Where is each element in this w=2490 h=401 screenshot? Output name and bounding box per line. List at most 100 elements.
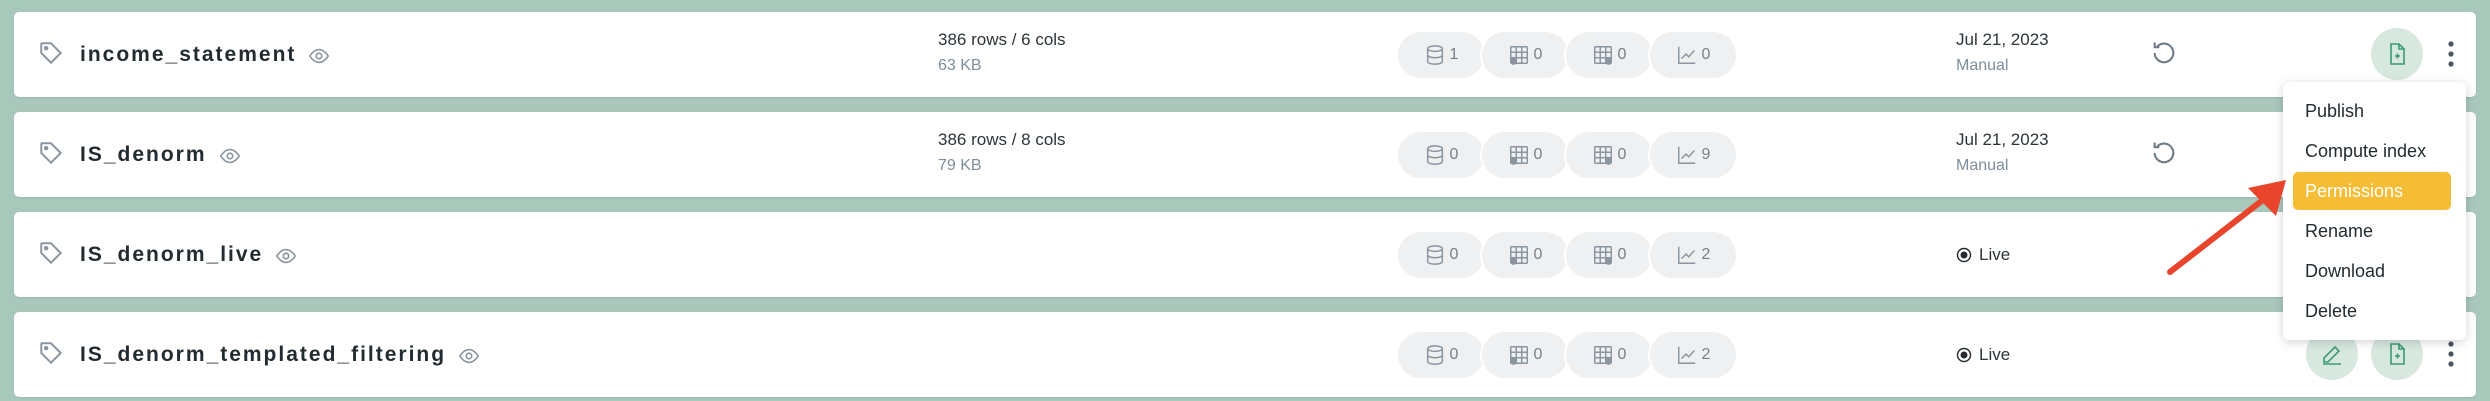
chart-count[interactable]: 9 xyxy=(1650,132,1736,178)
view-count[interactable]: 0 xyxy=(1566,232,1652,278)
file-button[interactable] xyxy=(2371,28,2423,80)
eye-icon[interactable] xyxy=(308,45,330,67)
context-menu: Publish Compute index Permissions Rename… xyxy=(2283,82,2466,340)
file-size: 63 KB xyxy=(938,57,982,74)
file-size: 79 KB xyxy=(938,157,982,174)
database-count-value: 0 xyxy=(1449,346,1459,363)
dataset-name-text[interactable]: IS_denorm_templated_filtering xyxy=(80,343,446,367)
menu-item-compute-index[interactable]: Compute index xyxy=(2293,132,2451,170)
dataset-name[interactable]: income_statement xyxy=(80,12,330,97)
table-count-value: 0 xyxy=(1533,146,1543,163)
usage-counters: 0 0 0 2 xyxy=(1398,332,1736,378)
menu-item-rename[interactable]: Rename xyxy=(2293,212,2451,250)
database-count[interactable]: 0 xyxy=(1398,232,1484,278)
refresh-mode: Manual xyxy=(1956,157,2009,174)
table-icon xyxy=(1509,46,1528,65)
eye-icon[interactable] xyxy=(458,345,480,367)
chart-icon xyxy=(1677,46,1695,64)
view-icon xyxy=(1593,46,1612,65)
last-updated-date: Jul 21, 2023 xyxy=(1956,30,2049,49)
file-icon xyxy=(2390,43,2405,65)
database-icon xyxy=(1426,245,1443,265)
chart-count[interactable]: 2 xyxy=(1650,332,1736,378)
table-count[interactable]: 0 xyxy=(1482,332,1568,378)
edit-icon xyxy=(2323,345,2341,365)
row-col-count: 386 rows / 6 cols xyxy=(938,30,1066,49)
refresh-icon[interactable] xyxy=(2150,39,2178,67)
live-status-text: Live xyxy=(1979,244,2011,264)
dataset-row-is-denorm-templated-filtering[interactable]: IS_denorm_templated_filtering 0 0 0 2 Li… xyxy=(14,312,2476,397)
dataset-row-is-denorm[interactable]: IS_denorm 386 rows / 8 cols 79 KB 0 0 0 … xyxy=(14,112,2476,197)
menu-item-delete[interactable]: Delete xyxy=(2293,292,2451,330)
table-count-value: 0 xyxy=(1533,346,1543,363)
view-count-value: 0 xyxy=(1617,46,1627,63)
chart-count-value: 2 xyxy=(1701,346,1711,363)
menu-item-publish[interactable]: Publish xyxy=(2293,92,2451,130)
live-status: Live xyxy=(1956,312,2010,397)
kebab-icon xyxy=(2448,41,2454,67)
chart-count[interactable]: 0 xyxy=(1650,32,1736,78)
dataset-row-income-statement[interactable]: income_statement 386 rows / 6 cols 63 KB… xyxy=(14,12,2476,97)
kebab-icon xyxy=(2448,341,2454,367)
chart-count[interactable]: 2 xyxy=(1650,232,1736,278)
database-count[interactable]: 0 xyxy=(1398,132,1484,178)
view-count-value: 0 xyxy=(1617,146,1627,163)
dataset-name-text[interactable]: IS_denorm_live xyxy=(80,243,263,267)
dataset-name-text[interactable]: IS_denorm xyxy=(80,143,207,167)
view-count[interactable]: 0 xyxy=(1566,332,1652,378)
kebab-menu-button[interactable] xyxy=(2444,339,2458,369)
live-status: Live xyxy=(1956,212,2010,297)
table-count-value: 0 xyxy=(1533,246,1543,263)
chart-count-value: 2 xyxy=(1701,246,1711,263)
live-radio-icon xyxy=(1956,347,1972,362)
last-updated-date: Jul 21, 2023 xyxy=(1956,130,2049,149)
menu-item-permissions[interactable]: Permissions xyxy=(2293,172,2451,210)
view-count[interactable]: 0 xyxy=(1566,32,1652,78)
eye-icon[interactable] xyxy=(275,245,297,267)
chart-count-value: 0 xyxy=(1701,46,1711,63)
table-count-value: 0 xyxy=(1533,46,1543,63)
database-count-value: 0 xyxy=(1449,246,1459,263)
database-count-value: 0 xyxy=(1449,146,1459,163)
dataset-row-is-denorm-live[interactable]: IS_denorm_live 0 0 0 2 Live xyxy=(14,212,2476,297)
table-icon xyxy=(1509,146,1528,165)
usage-counters: 0 0 0 9 xyxy=(1398,132,1736,178)
database-icon xyxy=(1426,145,1443,165)
live-status-text: Live xyxy=(1979,344,2011,364)
table-icon xyxy=(1509,246,1528,265)
dataset-name[interactable]: IS_denorm_templated_filtering xyxy=(80,312,480,397)
database-count-value: 1 xyxy=(1449,46,1459,63)
refresh-icon[interactable] xyxy=(2150,139,2178,167)
dataset-name[interactable]: IS_denorm xyxy=(80,112,241,197)
chart-icon xyxy=(1677,146,1695,164)
usage-counters: 1 0 0 0 xyxy=(1398,32,1736,78)
usage-counters: 0 0 0 2 xyxy=(1398,232,1736,278)
chart-icon xyxy=(1677,246,1695,264)
database-count[interactable]: 0 xyxy=(1398,332,1484,378)
live-radio-icon xyxy=(1956,247,1972,262)
tag-icon xyxy=(40,242,63,265)
row-col-count: 386 rows / 8 cols xyxy=(938,130,1066,149)
menu-item-download[interactable]: Download xyxy=(2293,252,2451,290)
chart-icon xyxy=(1677,346,1695,364)
database-icon xyxy=(1426,45,1443,65)
database-icon xyxy=(1426,345,1443,365)
dataset-name[interactable]: IS_denorm_live xyxy=(80,212,297,297)
table-count[interactable]: 0 xyxy=(1482,132,1568,178)
eye-icon[interactable] xyxy=(219,145,241,167)
table-count[interactable]: 0 xyxy=(1482,32,1568,78)
view-icon xyxy=(1593,346,1612,365)
kebab-menu-button[interactable] xyxy=(2444,39,2458,69)
chart-count-value: 9 xyxy=(1701,146,1711,163)
view-count-value: 0 xyxy=(1617,346,1627,363)
annotation-arrow xyxy=(2167,180,2286,275)
database-count[interactable]: 1 xyxy=(1398,32,1484,78)
view-count-value: 0 xyxy=(1617,246,1627,263)
table-count[interactable]: 0 xyxy=(1482,232,1568,278)
tag-icon xyxy=(40,142,63,165)
table-icon xyxy=(1509,346,1528,365)
view-count[interactable]: 0 xyxy=(1566,132,1652,178)
view-icon xyxy=(1593,146,1612,165)
dataset-name-text[interactable]: income_statement xyxy=(80,43,296,67)
tag-icon xyxy=(40,42,63,65)
